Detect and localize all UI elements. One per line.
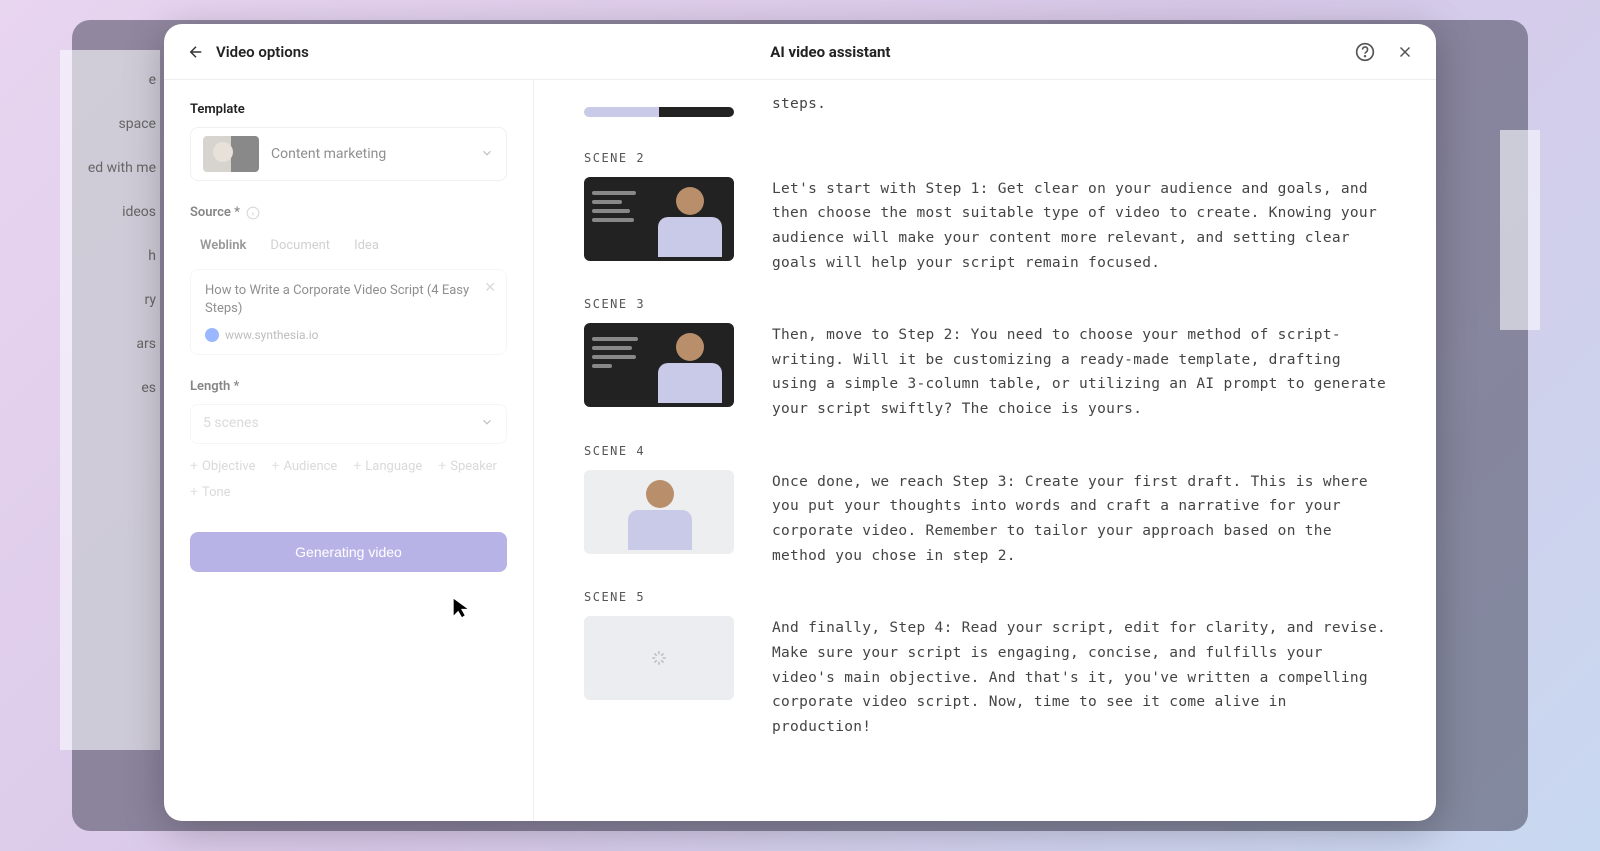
- slide-bullets-icon: [592, 337, 638, 368]
- chip-label: Speaker: [450, 459, 497, 474]
- background-nav-fragment: e space ed with me ideos h ry ars es: [60, 50, 160, 750]
- generate-video-button[interactable]: Generating video: [190, 532, 507, 572]
- help-icon: [1355, 42, 1375, 62]
- source-label: Source *: [190, 205, 507, 220]
- scene-thumbnail[interactable]: [584, 107, 734, 117]
- source-title: How to Write a Corporate Video Script (4…: [205, 282, 492, 318]
- chevron-down-icon: [480, 415, 494, 433]
- scene-label: SCENE 4: [584, 444, 1396, 458]
- scene-label: SCENE 2: [584, 151, 1396, 165]
- scene-text: And finally, Step 4: Read your script, e…: [772, 616, 1392, 739]
- scene-text: Let's start with Step 1: Get clear on yo…: [772, 177, 1392, 276]
- arrow-left-icon: [187, 43, 205, 61]
- source-label-text: Source *: [190, 205, 240, 220]
- help-button[interactable]: [1352, 39, 1378, 65]
- tab-weblink[interactable]: Weblink: [200, 238, 246, 253]
- scene-text: Then, move to Step 2: You need to choose…: [772, 323, 1392, 422]
- template-label: Template: [190, 102, 507, 117]
- nav-frag: e: [60, 72, 156, 88]
- scene-row: Let's start with Step 1: Get clear on yo…: [584, 177, 1396, 276]
- scene-thumbnail-loading[interactable]: [584, 616, 734, 700]
- nav-frag: es: [60, 380, 156, 396]
- chip-label: Audience: [283, 459, 337, 474]
- nav-frag: space: [60, 116, 156, 132]
- template-select[interactable]: Content marketing: [190, 127, 507, 181]
- length-label: Length *: [190, 379, 507, 394]
- template-thumbnail: [203, 136, 259, 172]
- chip-label: Objective: [202, 459, 256, 474]
- video-options-panel: Template Content marketing Source * Webl…: [164, 80, 534, 821]
- close-icon: [1396, 43, 1414, 61]
- length-value: 5 scenes: [203, 415, 259, 433]
- avatar-icon: [658, 333, 722, 397]
- back-button[interactable]: [182, 38, 210, 66]
- chip-objective[interactable]: +Objective: [190, 458, 256, 474]
- avatar-icon: [628, 480, 692, 544]
- script-preview-panel: steps. SCENE 2 Let's start with Step 1: …: [534, 80, 1436, 821]
- modal-header: Video options AI video assistant: [164, 24, 1436, 80]
- length-select[interactable]: 5 scenes: [190, 404, 507, 444]
- tab-document[interactable]: Document: [270, 238, 330, 253]
- globe-icon: [205, 328, 219, 342]
- scene-thumbnail[interactable]: [584, 470, 734, 554]
- header-center-title: AI video assistant: [309, 43, 1352, 61]
- info-icon: [246, 206, 260, 220]
- scene-row: Once done, we reach Step 3: Create your …: [584, 470, 1396, 569]
- scene-thumbnail[interactable]: [584, 177, 734, 261]
- scene-row: steps.: [584, 92, 1396, 117]
- tab-idea[interactable]: Idea: [354, 238, 379, 253]
- chip-audience[interactable]: +Audience: [272, 458, 338, 474]
- scene-row: And finally, Step 4: Read your script, e…: [584, 616, 1396, 739]
- nav-frag: ars: [60, 336, 156, 352]
- nav-frag: h: [60, 248, 156, 264]
- slide-bullets-icon: [592, 191, 636, 222]
- remove-source-button[interactable]: ✕: [484, 280, 496, 296]
- background-right-fragment: [1500, 130, 1540, 330]
- header-left-title: Video options: [216, 43, 309, 61]
- ai-video-assistant-modal: Video options AI video assistant Templat…: [164, 24, 1436, 821]
- nav-frag: ideos: [60, 204, 156, 220]
- source-card: How to Write a Corporate Video Script (4…: [190, 269, 507, 355]
- nav-frag: ry: [60, 292, 156, 308]
- chip-tone[interactable]: +Tone: [190, 484, 231, 500]
- scene-row: Then, move to Step 2: You need to choose…: [584, 323, 1396, 422]
- chip-language[interactable]: +Language: [353, 458, 422, 474]
- scene-label: SCENE 3: [584, 297, 1396, 311]
- scene-text: steps.: [772, 92, 826, 117]
- modal-body: Template Content marketing Source * Webl…: [164, 80, 1436, 821]
- option-chips: +Objective +Audience +Language +Speaker …: [190, 458, 507, 500]
- chip-label: Tone: [202, 485, 231, 500]
- template-name: Content marketing: [271, 146, 468, 162]
- chip-speaker[interactable]: +Speaker: [438, 458, 497, 474]
- chip-label: Language: [365, 459, 422, 474]
- nav-frag: ed with me: [60, 160, 156, 176]
- scene-text: Once done, we reach Step 3: Create your …: [772, 470, 1392, 569]
- scene-thumbnail[interactable]: [584, 323, 734, 407]
- source-url: www.synthesia.io: [225, 328, 318, 342]
- close-button[interactable]: [1392, 39, 1418, 65]
- avatar-icon: [658, 187, 722, 251]
- scene-label: SCENE 5: [584, 590, 1396, 604]
- sparkle-icon: [650, 649, 668, 667]
- chevron-down-icon: [480, 145, 494, 164]
- source-tabs: Weblink Document Idea: [190, 230, 507, 261]
